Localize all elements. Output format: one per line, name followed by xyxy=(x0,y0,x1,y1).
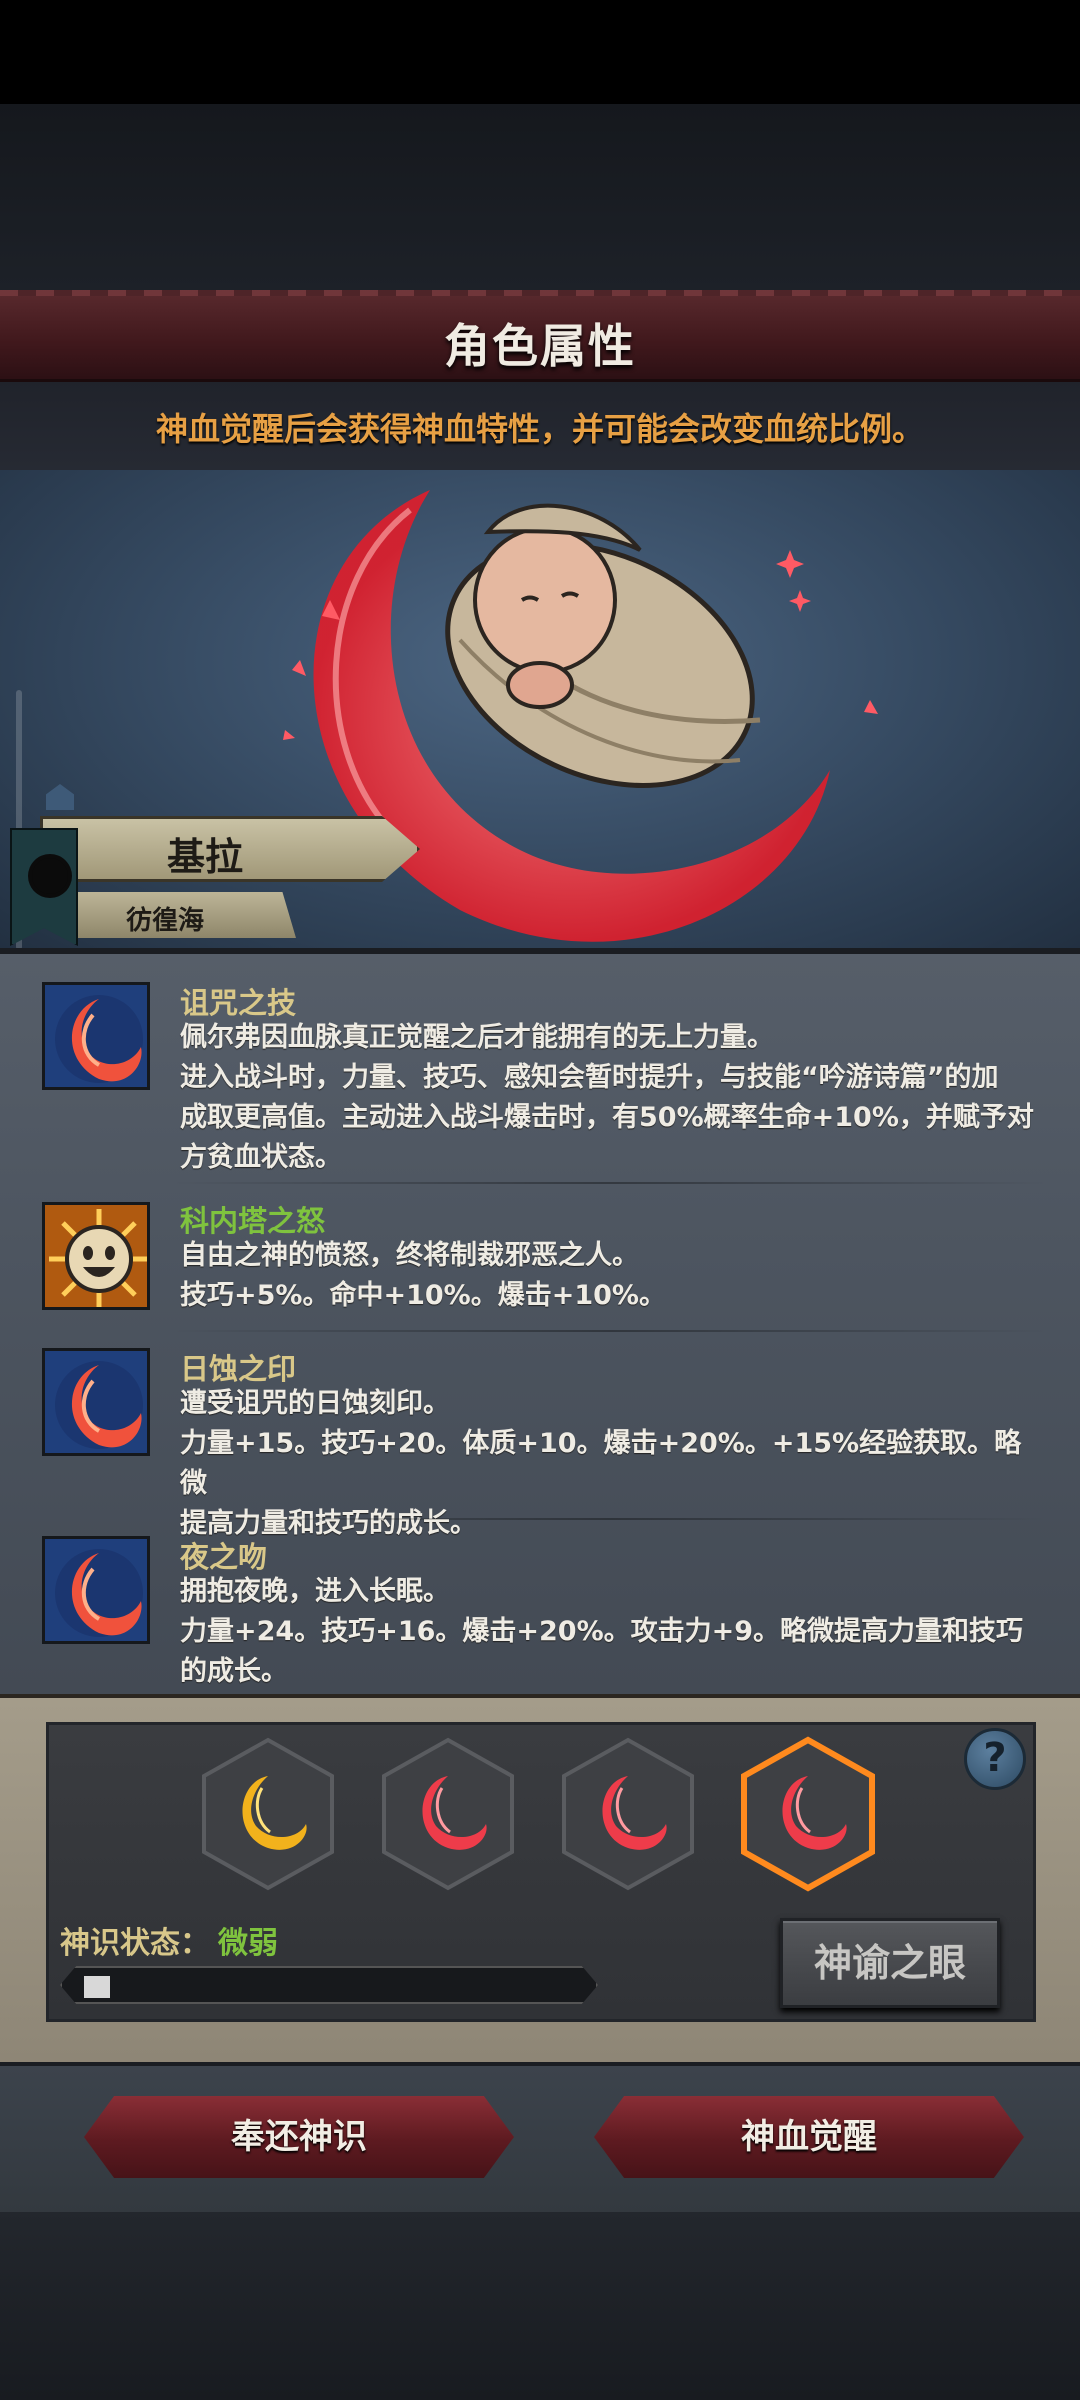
help-button[interactable]: ? xyxy=(964,1728,1026,1790)
title-banner: 角色属性 xyxy=(0,290,1080,382)
character-name-banner: 基拉 彷徨海 xyxy=(0,816,420,946)
trait-description: 佩尔弗因血脉真正觉醒之后才能拥有的无上力量。 进入战斗时，力量、技巧、感知会暂时… xyxy=(180,1018,1040,1178)
divine-slot-selected[interactable] xyxy=(738,1736,878,1892)
eclipse-sun-icon xyxy=(32,858,68,894)
smiling-sun-icon xyxy=(42,1202,150,1310)
trait-description: 遭受诅咒的日蚀刻印。 力量+15。技巧+20。体质+10。爆击+20%。+15%… xyxy=(180,1384,1040,1544)
trait-description-line: 力量+15。技巧+20。体质+10。爆击+20%。+15%经验获取。略微 xyxy=(180,1428,1022,1499)
divine-slot-red[interactable] xyxy=(378,1736,518,1892)
trait-name: 诅咒之技 xyxy=(180,986,297,1020)
trait-description-line: 力量+24。技巧+16。爆击+20%。攻击力+9。略微提高力量和技巧 xyxy=(180,1616,1024,1647)
trait-name: 夜之吻 xyxy=(180,1540,268,1574)
trait-description: 自由之神的愤怒，终将制裁邪恶之人。 技巧+5%。命中+10%。爆击+10%。 xyxy=(180,1236,1040,1316)
divine-progress-bar xyxy=(60,1966,598,2004)
trait-description-line: 进入战斗时，力量、技巧、感知会暂时提升，与技能“吟游诗篇”的加 xyxy=(180,1062,999,1093)
divider xyxy=(170,1330,1050,1332)
trait-description-line: 的成长。 xyxy=(180,1656,288,1687)
divider xyxy=(170,1182,1050,1184)
divine-blood-awaken-button[interactable]: 神血觉醒 xyxy=(594,2096,1024,2178)
return-divine-sense-button[interactable]: 奉还神识 xyxy=(84,2096,514,2178)
crescent-icon xyxy=(42,1348,150,1456)
baby-illustration xyxy=(445,503,761,788)
trait-description-line: 技巧+5%。命中+10%。爆击+10%。 xyxy=(180,1280,666,1311)
oracle-eye-button[interactable]: 神谕之眼 xyxy=(780,1918,1000,2008)
trait-name: 科内塔之怒 xyxy=(180,1204,326,1238)
subtitle-banner: 神血觉醒后会获得神血特性，并可能会改变血统比例。 xyxy=(0,382,1080,470)
background-top xyxy=(0,104,1080,290)
trait-description-line: 自由之神的愤怒，终将制裁邪恶之人。 xyxy=(180,1240,639,1271)
crescent-icon xyxy=(42,1536,150,1644)
trait-description: 拥抱夜晚，进入长眠。 力量+24。技巧+16。爆击+20%。攻击力+9。略微提高… xyxy=(180,1572,1040,1692)
faction-flag-icon xyxy=(10,828,78,946)
divine-status-value: 微弱 xyxy=(218,1926,278,1961)
trait-list: 诅咒之技 佩尔弗因血脉真正觉醒之后才能拥有的无上力量。 进入战斗时，力量、技巧、… xyxy=(0,948,1080,1694)
divider xyxy=(170,1518,1050,1520)
divine-progress-fill xyxy=(84,1976,110,1998)
trait-description-line: 成取更高值。主动进入战斗爆击时，有50%概率生命+10%，并赋予对 xyxy=(180,1102,1034,1133)
divine-status-label: 神识状态： xyxy=(60,1926,210,1961)
status-bar xyxy=(0,0,1080,104)
background-bottom xyxy=(0,2212,1080,2400)
trait-description-line: 拥抱夜晚，进入长眠。 xyxy=(180,1576,450,1607)
character-origin: 彷徨海 xyxy=(125,906,204,936)
trait-description-line: 佩尔弗因血脉真正觉醒之后才能拥有的无上力量。 xyxy=(180,1022,774,1053)
crescent-icon xyxy=(42,982,150,1090)
trait-name: 日蚀之印 xyxy=(180,1352,297,1386)
character-name: 基拉 xyxy=(166,835,243,879)
subtitle-text: 神血觉醒后会获得神血特性，并可能会改变血统比例。 xyxy=(155,410,924,448)
trait-description-line: 提高力量和技巧的成长。 xyxy=(180,1508,477,1539)
divine-slot-gold[interactable] xyxy=(198,1736,338,1892)
trait-description-line: 遭受诅咒的日蚀刻印。 xyxy=(180,1388,450,1419)
divine-slot-red[interactable] xyxy=(558,1736,698,1892)
page-title: 角色属性 xyxy=(444,319,636,373)
trait-description-line: 方贫血状态。 xyxy=(180,1142,342,1173)
